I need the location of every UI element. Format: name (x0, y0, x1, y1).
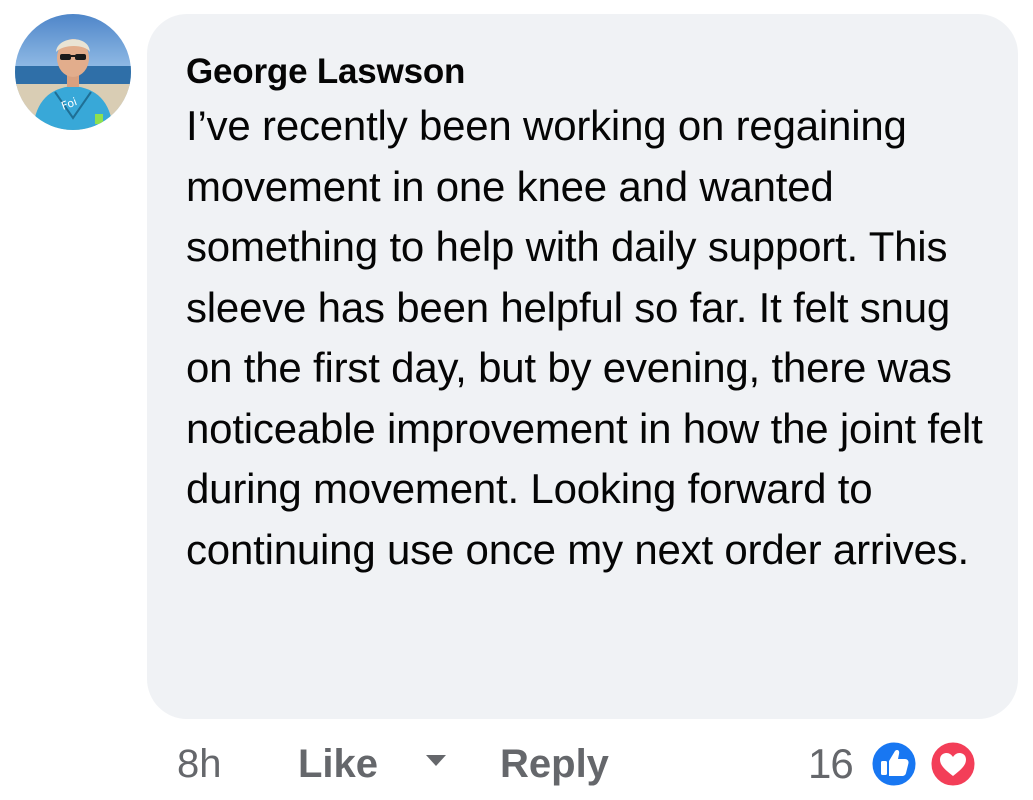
comment-actions: 8h Like Reply 16 (0, 735, 1033, 795)
reply-button[interactable]: Reply (500, 739, 609, 789)
avatar[interactable]: Foi (15, 14, 131, 130)
like-button[interactable]: Like (298, 739, 378, 789)
chevron-down-icon[interactable] (426, 755, 446, 766)
comment-text: I’ve recently been working on regaining … (186, 102, 983, 573)
like-reaction-icon[interactable] (869, 739, 919, 789)
love-reaction-icon[interactable] (928, 739, 978, 789)
reaction-count[interactable]: 16 (808, 739, 854, 789)
comment-timestamp[interactable]: 8h (177, 739, 222, 789)
profile-photo-icon: Foi (15, 14, 131, 130)
comment-bubble: George Laswson I’ve recently been workin… (147, 14, 1018, 719)
comment-author[interactable]: George Laswson (186, 52, 988, 92)
